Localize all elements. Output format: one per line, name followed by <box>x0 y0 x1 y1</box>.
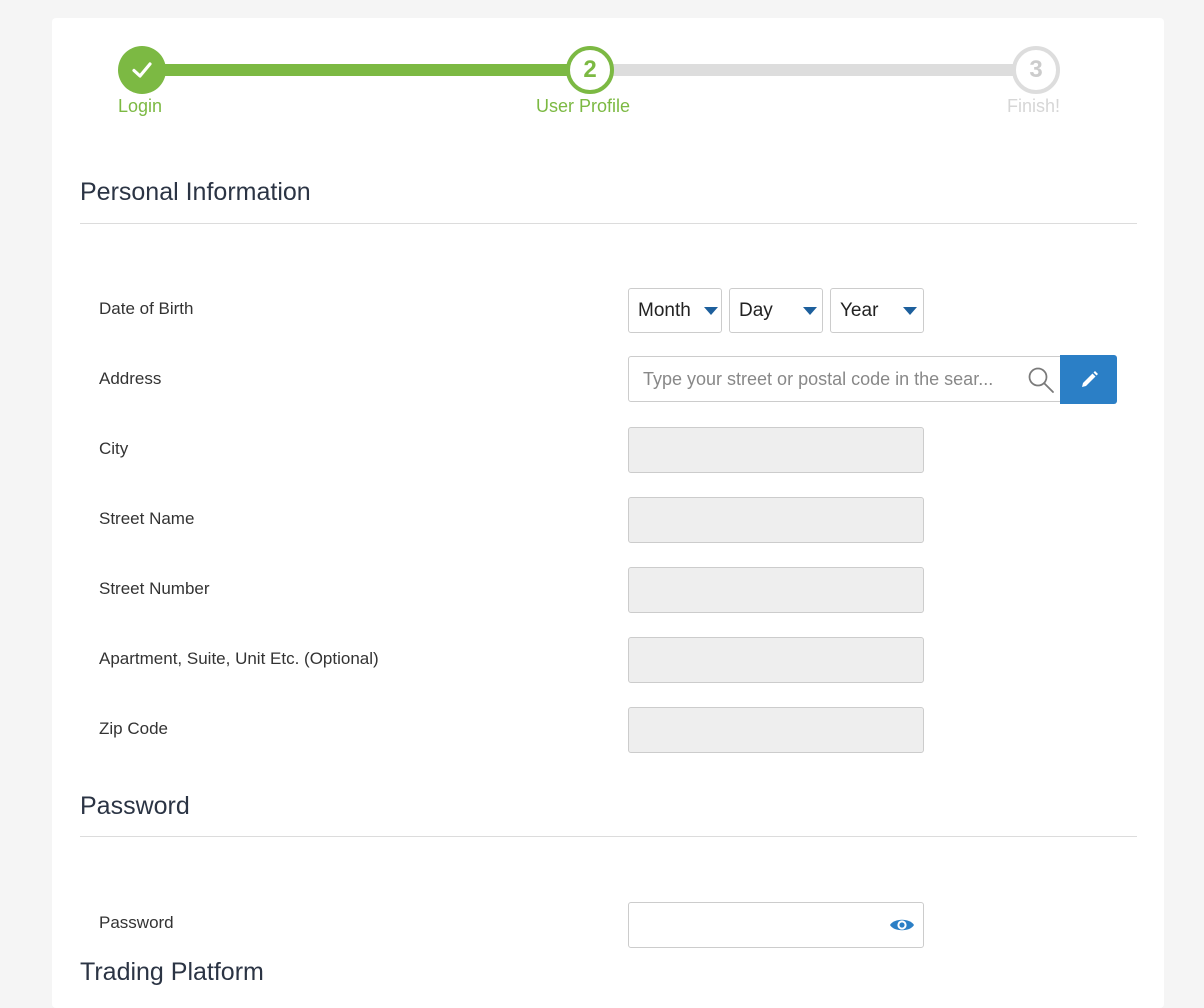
month-select-value: Month <box>638 299 691 321</box>
progress-track-complete <box>142 64 590 76</box>
zip-code-input[interactable] <box>628 707 924 753</box>
password-divider <box>80 836 1137 837</box>
street-number-input[interactable] <box>628 567 924 613</box>
step-user-profile-circle: 2 <box>566 46 614 94</box>
edit-address-button[interactable] <box>1060 355 1117 404</box>
step-login-label: Login <box>118 96 163 116</box>
year-select[interactable]: Year <box>830 288 924 333</box>
personal-divider <box>80 223 1137 224</box>
step-login-check-icon <box>118 46 166 94</box>
apartment-label: Apartment, Suite, Unit Etc. (Optional) <box>99 649 379 668</box>
month-select[interactable]: Month <box>628 288 722 333</box>
eye-icon[interactable] <box>889 915 915 935</box>
password-field <box>628 902 924 948</box>
date-of-birth-label: Date of Birth <box>99 299 194 318</box>
trading-platform-heading: Trading Platform <box>80 958 264 986</box>
year-select-value: Year <box>840 299 879 321</box>
password-label: Password <box>99 913 174 932</box>
day-select-value: Day <box>739 299 773 321</box>
search-icon[interactable] <box>1027 366 1055 394</box>
registration-card <box>52 18 1164 1008</box>
caret-down-icon <box>903 307 917 315</box>
street-number-label: Street Number <box>99 579 210 598</box>
zip-code-label: Zip Code <box>99 719 168 738</box>
step-finish-label: Finish! <box>1007 96 1061 116</box>
city-label: City <box>99 439 129 458</box>
street-name-label: Street Name <box>99 509 195 528</box>
address-search-input[interactable] <box>629 357 1033 401</box>
apartment-input[interactable] <box>628 637 924 683</box>
progress-track-remaining <box>590 64 1036 76</box>
step-finish-circle: 3 <box>1012 46 1060 94</box>
caret-down-icon <box>704 307 718 315</box>
pencil-icon <box>1081 370 1098 387</box>
caret-down-icon <box>803 307 817 315</box>
step-user-profile-label: User Profile <box>536 96 631 116</box>
password-heading: Password <box>80 792 190 820</box>
personal-information-heading: Personal Information <box>80 178 311 206</box>
password-input[interactable] <box>629 903 891 947</box>
day-select[interactable]: Day <box>729 288 823 333</box>
address-label: Address <box>99 369 162 388</box>
address-search-field <box>628 356 1062 402</box>
street-name-input[interactable] <box>628 497 924 543</box>
city-input[interactable] <box>628 427 924 473</box>
check-icon <box>132 62 152 78</box>
